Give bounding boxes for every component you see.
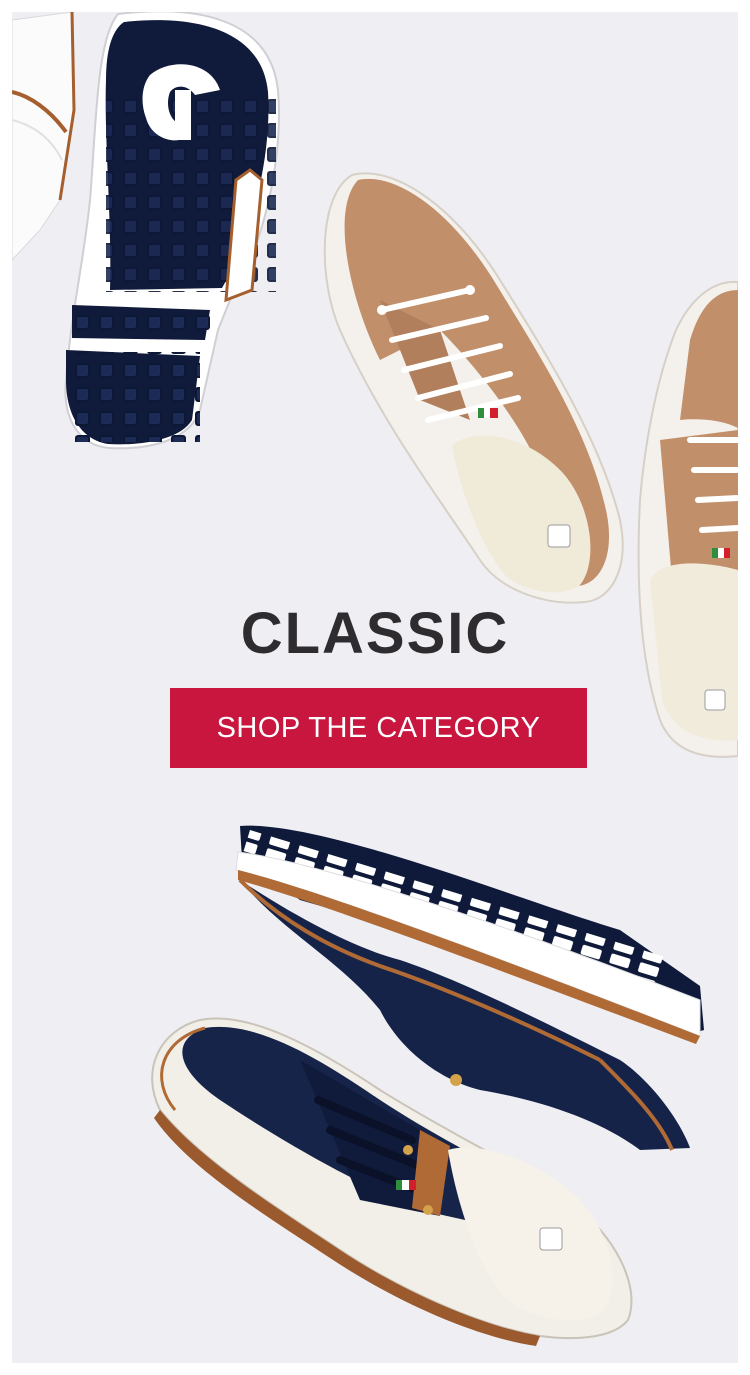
banner-canvas[interactable]: CLASSIC SHOP THE CATEGORY [12, 12, 738, 1363]
navy-sole [64, 12, 280, 450]
tan-shoe-right [637, 280, 738, 758]
white-shoe-side [12, 12, 76, 261]
tan-shoe-center [323, 172, 624, 604]
shop-category-button[interactable]: SHOP THE CATEGORY [170, 688, 587, 768]
category-title: CLASSIC [240, 601, 510, 666]
